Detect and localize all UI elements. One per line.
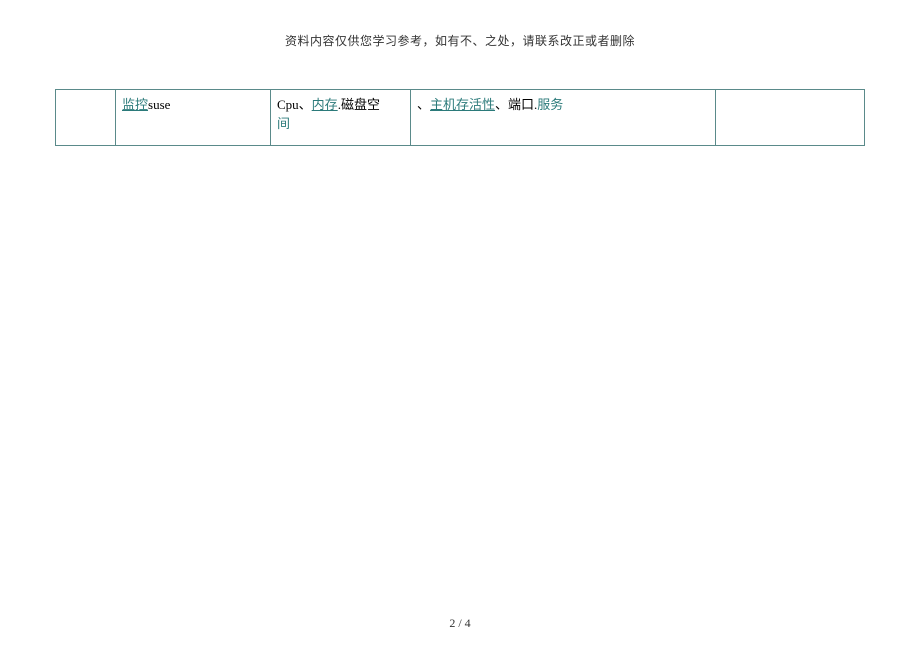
host-liveness-link[interactable]: 主机存活性 <box>430 97 495 112</box>
table-cell-4: 、主机存活性、端口.服务 <box>411 90 716 146</box>
table-cell-3: Cpu、内存.磁盘空 间 <box>271 90 411 146</box>
page-number: 2 / 4 <box>449 616 470 630</box>
table-cell-1 <box>56 90 116 146</box>
cell3-line2-text: 间 <box>277 116 290 131</box>
page-header-disclaimer: 资料内容仅供您学习参考，如有不、之处，请联系改正或者删除 <box>0 0 920 49</box>
page-footer: 2 / 4 <box>0 616 920 631</box>
cell3-cpu-text: Cpu、 <box>277 97 312 112</box>
data-table: 监控suse Cpu、内存.磁盘空 间 、主机存活性、端口.服务 <box>55 89 865 146</box>
table-cell-5 <box>716 90 865 146</box>
cell3-disk-text: .磁盘空 <box>338 97 380 112</box>
table-cell-2: 监控suse <box>116 90 271 146</box>
monitor-link[interactable]: 监控 <box>122 97 148 112</box>
data-table-container: 监控suse Cpu、内存.磁盘空 间 、主机存活性、端口.服务 <box>55 89 865 146</box>
memory-link[interactable]: 内存 <box>312 97 338 112</box>
cell4-prefix: 、 <box>417 97 430 112</box>
cell2-platform-text: suse <box>148 97 170 112</box>
cell4-port-text: 、端口. <box>495 97 537 112</box>
cell4-service-text: 服务 <box>537 97 563 112</box>
table-row: 监控suse Cpu、内存.磁盘空 间 、主机存活性、端口.服务 <box>56 90 865 146</box>
